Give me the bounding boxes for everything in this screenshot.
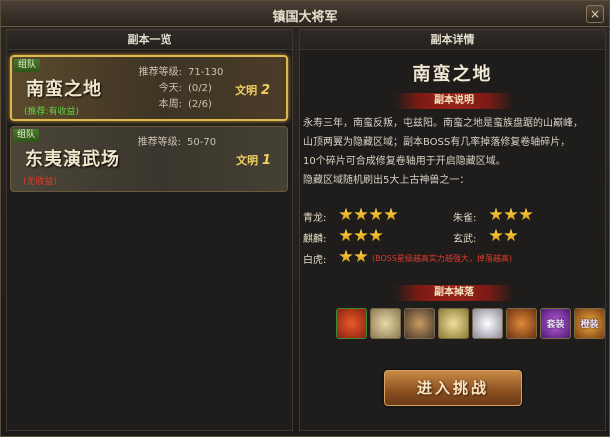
detail-dungeon-name: 南蛮之地: [412, 64, 493, 85]
boss-star-note: (BOSS星级越高实力越强大，掉落越高): [372, 253, 513, 263]
beast-row-xuanwu: 玄武:: [453, 228, 519, 246]
star-icon: [369, 207, 383, 221]
drop-label: 橙装: [580, 320, 599, 330]
beast-stars: [339, 249, 369, 267]
star-icon: [504, 207, 518, 221]
rec-level-value: 71-130: [188, 67, 224, 78]
beast-name: 青龙:: [303, 212, 327, 224]
tier-number: 1: [261, 153, 271, 168]
dungeon-detail-header: 副本详情: [300, 30, 605, 50]
rec-level-label: 推荐等级:: [137, 137, 181, 148]
purple-equipment-icon[interactable]: 套装: [540, 308, 571, 339]
star-icon: [369, 228, 383, 242]
dungeon-detail-panel: 副本详情 南蛮之地 副本说明 永寿三年，南蛮反叛，屯兹阳。南蛮之地是蛮族盘踞的山…: [299, 29, 606, 431]
tier-number: 2: [260, 83, 270, 98]
beast-row-baihu: 白虎: (BOSS星级越高实力越强大，掉落越高): [303, 249, 512, 267]
star-icon: [339, 228, 353, 242]
dungeon-name: 东夷演武场: [25, 149, 120, 170]
week-value: (2/6): [188, 99, 212, 110]
dice-icon[interactable]: [472, 308, 503, 339]
description-line: 10个碎片可合成修复卷轴用于开启隐藏区域。: [303, 156, 506, 167]
today-label: 今天:: [158, 83, 182, 94]
beast-name: 朱雀:: [453, 212, 477, 224]
star-icon: [354, 228, 368, 242]
dungeon-card-nanman[interactable]: 组队 南蛮之地 (推荐:有收益) 推荐等级: 71-130 今天: (0/2) 本周…: [10, 55, 288, 121]
token-icon[interactable]: [438, 308, 469, 339]
window-title: 镇国大将军: [272, 10, 338, 25]
civilization-tier: 文明 2: [235, 82, 270, 98]
orange-equipment-icon[interactable]: 橙装: [574, 308, 605, 339]
description-line: 永寿三年，南蛮反叛，屯兹阳。南蛮之地是蛮族盘踞的山巅峰，: [303, 118, 583, 129]
drop-list: 套装 橙装: [336, 308, 605, 339]
star-icon: [504, 228, 518, 242]
beast-name: 麒麟:: [303, 233, 327, 245]
star-icon: [489, 228, 503, 242]
tier-text: 文明: [235, 84, 258, 97]
today-value: (0/2): [188, 83, 212, 94]
scroll-icon[interactable]: [370, 308, 401, 339]
star-icon: [354, 207, 368, 221]
star-icon: [354, 249, 368, 263]
dungeon-card-dongyi[interactable]: 组队 东夷演武场 (无收益) 推荐等级: 50-70 文明 1: [10, 126, 288, 192]
team-tag: 组队: [14, 59, 40, 72]
beast-stars: [339, 207, 399, 225]
rec-level-label: 推荐等级:: [138, 67, 182, 78]
dungeon-info: 推荐等级: 50-70: [131, 135, 241, 151]
dungeon-list-header: 副本一览: [7, 30, 292, 50]
dungeon-description: 永寿三年，南蛮反叛，屯兹阳。南蛮之地是蛮族盘踞的山巅峰， 山顶两翼为隐藏区域；副…: [303, 114, 603, 190]
dungeon-info: 推荐等级: 71-130 今天: (0/2) 本周: (2/6): [132, 65, 242, 113]
reward-note: (无收益): [23, 177, 58, 187]
beast-stars: [489, 207, 534, 225]
dungeon-window: 镇国大将军 × 副本一览 组队 南蛮之地 (推荐:有收益) 推荐等级: 71-13…: [0, 0, 610, 437]
drops-ribbon: 副本掉落: [395, 285, 513, 301]
title-bar: 镇国大将军 ×: [1, 1, 609, 27]
orange-crystal-icon[interactable]: [506, 308, 537, 339]
enter-challenge-button[interactable]: 进入挑战: [384, 370, 522, 406]
star-icon: [339, 249, 353, 263]
star-icon: [519, 207, 533, 221]
beast-name: 玄武:: [453, 233, 477, 245]
close-button[interactable]: ×: [586, 5, 604, 23]
beast-stars: [339, 228, 384, 246]
beast-row-qilin: 麒麟:: [303, 228, 384, 246]
dungeon-list-panel: 副本一览 组队 南蛮之地 (推荐:有收益) 推荐等级: 71-130 今天: (0/…: [6, 29, 293, 431]
tier-text: 文明: [236, 154, 259, 167]
description-line: 山顶两翼为隐藏区域；副本BOSS有几率掉落修复卷轴碎片，: [303, 137, 571, 148]
reward-note: (推荐:有收益): [24, 107, 80, 117]
gear-parts-icon[interactable]: [404, 308, 435, 339]
rec-level-value: 50-70: [187, 137, 217, 148]
drop-label: 套装: [546, 320, 565, 330]
beast-row-qinglong: 青龙:: [303, 207, 399, 225]
star-icon: [384, 207, 398, 221]
dungeon-name: 南蛮之地: [26, 79, 102, 100]
beast-row-zhuque: 朱雀:: [453, 207, 534, 225]
description-ribbon: 副本说明: [395, 93, 513, 109]
civilization-tier: 文明 1: [236, 152, 271, 168]
star-icon: [489, 207, 503, 221]
week-label: 本周:: [158, 99, 182, 110]
star-icon: [339, 207, 353, 221]
beast-name: 白虎:: [303, 254, 327, 266]
beast-stars: [489, 228, 519, 246]
team-tag: 组队: [13, 129, 39, 142]
description-line: 隐藏区域随机刷出5大上古神兽之一：: [303, 175, 470, 186]
red-gem-icon[interactable]: [336, 308, 367, 339]
